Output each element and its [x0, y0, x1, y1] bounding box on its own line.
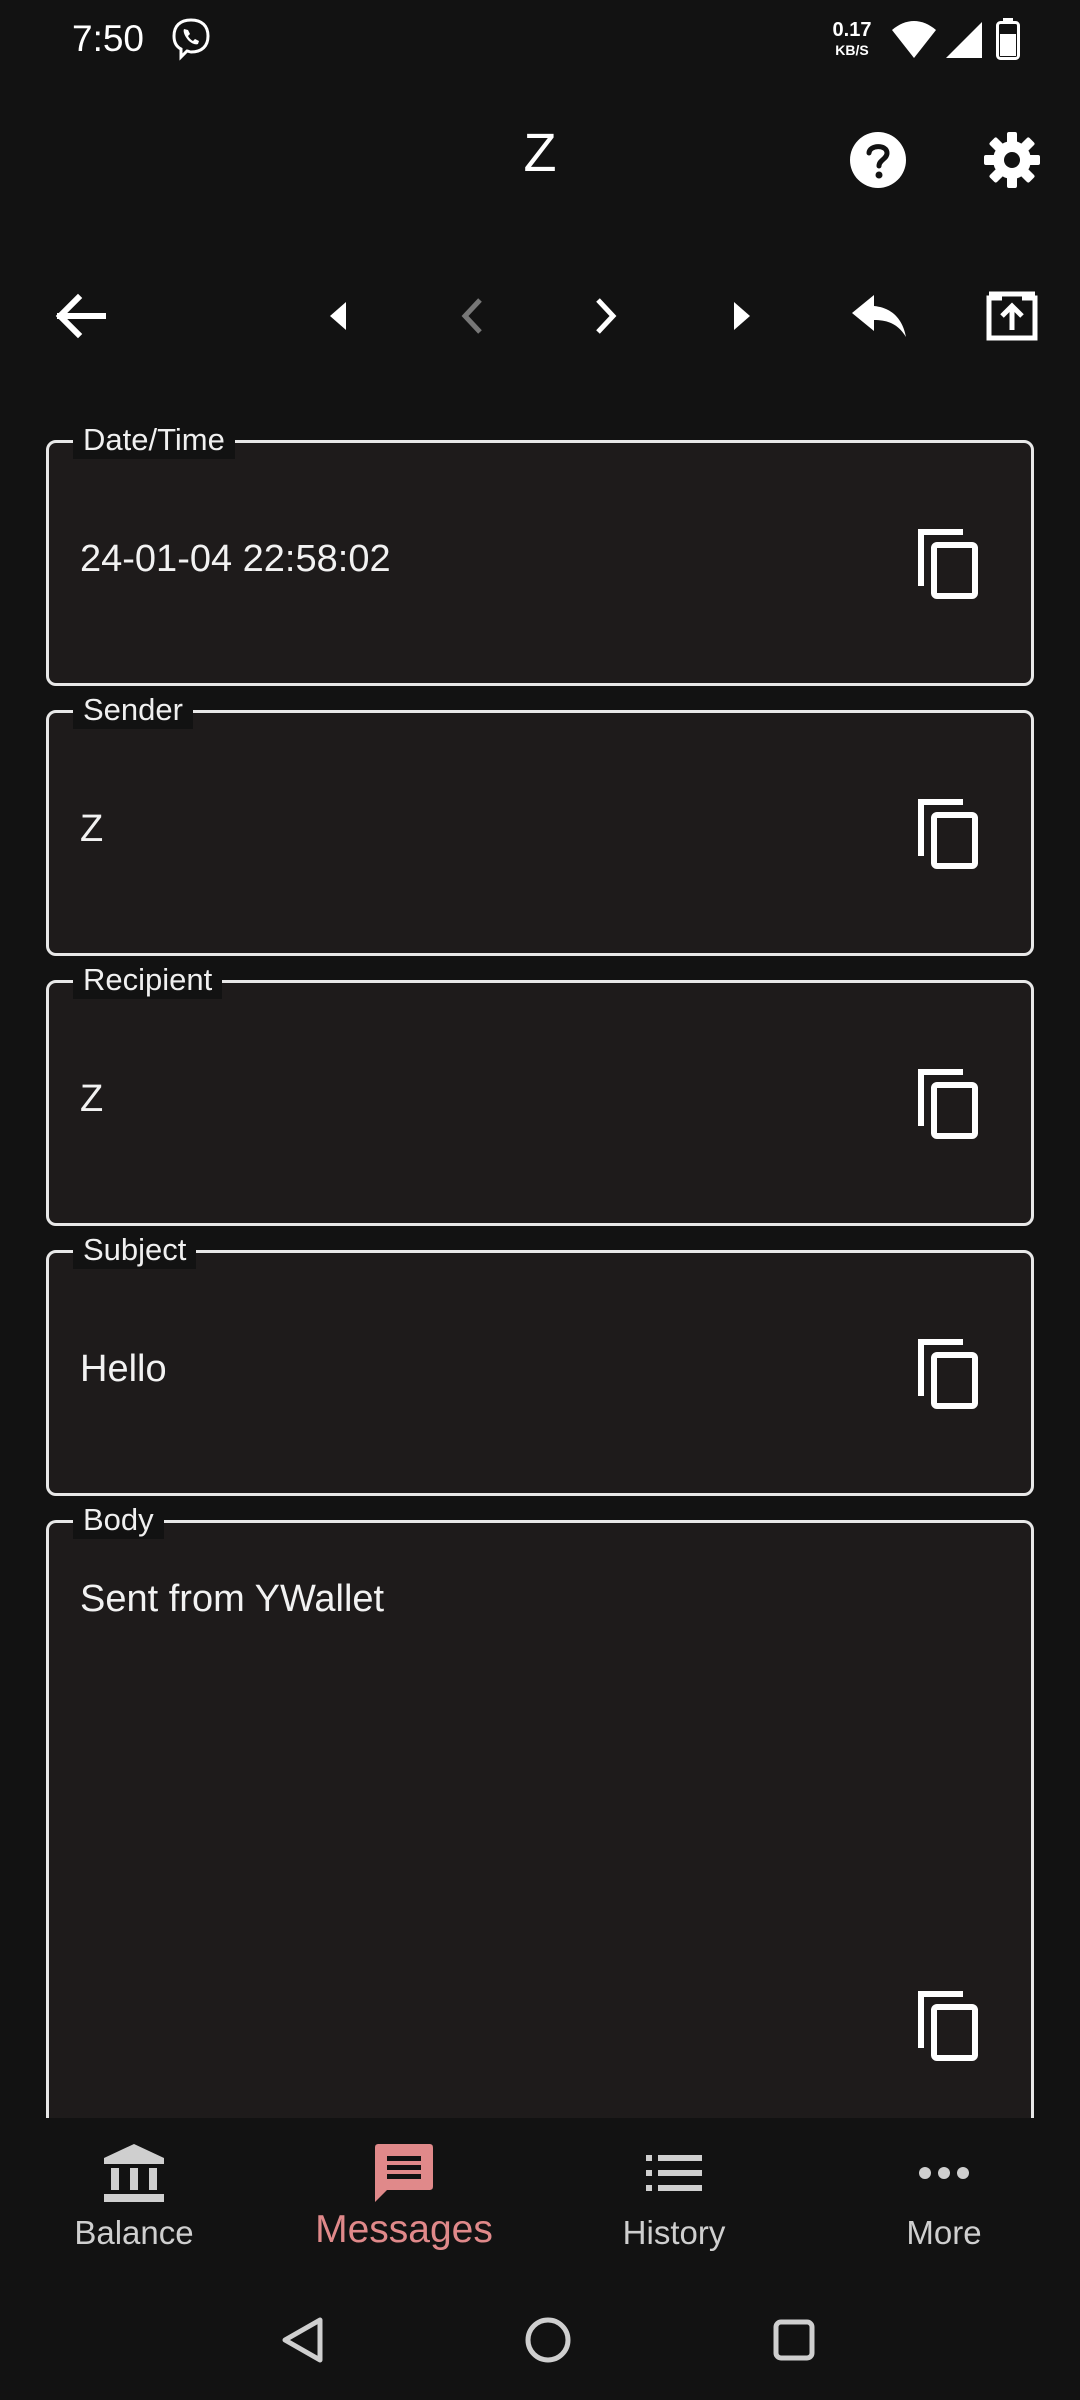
settings-button[interactable] [980, 128, 1044, 192]
subject-label: Subject [73, 1231, 197, 1269]
triangle-back-icon [282, 2317, 323, 2363]
open-external-icon [986, 291, 1038, 341]
copy-icon [918, 1339, 978, 1409]
sender-value: Z [80, 808, 104, 850]
last-message-icon [734, 302, 750, 330]
subject-value: Hello [80, 1348, 167, 1390]
bank-icon [104, 2144, 164, 2202]
system-navigation-bar [0, 2288, 1080, 2400]
network-speed: 0.17 KB/S [830, 20, 874, 60]
bottom-navigation: Balance Messages History More [0, 2118, 1080, 2288]
network-speed-unit: KB/S [835, 42, 869, 58]
datetime-field: Date/Time 24-01-04 22:58:02 [46, 421, 1034, 686]
status-bar: 7:50 0.17 KB/S [0, 0, 1080, 80]
signal-icon [944, 20, 984, 65]
viber-icon [168, 16, 214, 67]
reply-button[interactable] [844, 284, 914, 348]
datetime-label: Date/Time [73, 421, 235, 459]
network-speed-value: 0.17 [832, 19, 872, 41]
copy-recipient-button[interactable] [917, 1068, 981, 1140]
datetime-value: 24-01-04 22:58:02 [80, 538, 391, 580]
copy-icon [918, 1991, 978, 2061]
list-icon [646, 2155, 702, 2191]
copy-icon [918, 529, 978, 599]
help-icon [850, 132, 906, 188]
last-message-button[interactable] [710, 284, 774, 348]
subject-field: Subject Hello [46, 1231, 1034, 1496]
recipient-label: Recipient [73, 961, 223, 999]
wifi-icon [890, 20, 938, 65]
system-back-button[interactable] [270, 2308, 334, 2372]
copy-subject-button[interactable] [917, 1338, 981, 1410]
body-value: Sent from YWallet [80, 1578, 385, 1620]
next-message-button[interactable] [574, 284, 638, 348]
next-message-icon [596, 298, 617, 334]
copy-datetime-button[interactable] [917, 528, 981, 600]
settings-icon [984, 132, 1040, 188]
copy-sender-button[interactable] [917, 798, 981, 870]
help-button[interactable] [846, 128, 910, 192]
message-icon [375, 2144, 433, 2202]
system-recents-button[interactable] [762, 2308, 826, 2372]
battery-icon [996, 18, 1020, 65]
copy-body-button[interactable] [917, 1990, 981, 2062]
copy-icon [918, 1069, 978, 1139]
nav-item-messages[interactable]: Messages [294, 2138, 514, 2268]
nav-label-history: History [622, 2214, 726, 2251]
previous-message-icon [461, 298, 482, 334]
body-field: Body Sent from YWallet [46, 1501, 1034, 2160]
nav-item-history[interactable]: History [564, 2138, 784, 2268]
nav-label-more: More [906, 2214, 982, 2251]
sender-field: Sender Z [46, 691, 1034, 956]
nav-label-balance: Balance [74, 2214, 194, 2251]
reply-icon [852, 295, 906, 337]
sender-label: Sender [73, 691, 193, 729]
nav-label-messages: Messages [315, 2208, 493, 2251]
previous-message-button[interactable] [440, 284, 504, 348]
recipient-field: Recipient Z [46, 961, 1034, 1226]
body-label: Body [73, 1501, 164, 1539]
circle-home-icon [525, 2317, 571, 2363]
system-home-button[interactable] [516, 2308, 580, 2372]
back-arrow-icon [55, 293, 106, 339]
back-button[interactable] [48, 284, 112, 348]
recipient-value: Z [80, 1078, 104, 1120]
status-time: 7:50 [72, 18, 145, 59]
more-horizontal-icon [919, 2167, 969, 2179]
open-external-button[interactable] [980, 284, 1044, 348]
square-recents-icon [773, 2319, 815, 2361]
page-title: Z [523, 123, 557, 183]
nav-item-balance[interactable]: Balance [24, 2138, 244, 2268]
nav-item-more[interactable]: More [834, 2138, 1054, 2268]
first-message-icon [330, 302, 346, 330]
copy-icon [918, 799, 978, 869]
first-message-button[interactable] [306, 284, 370, 348]
